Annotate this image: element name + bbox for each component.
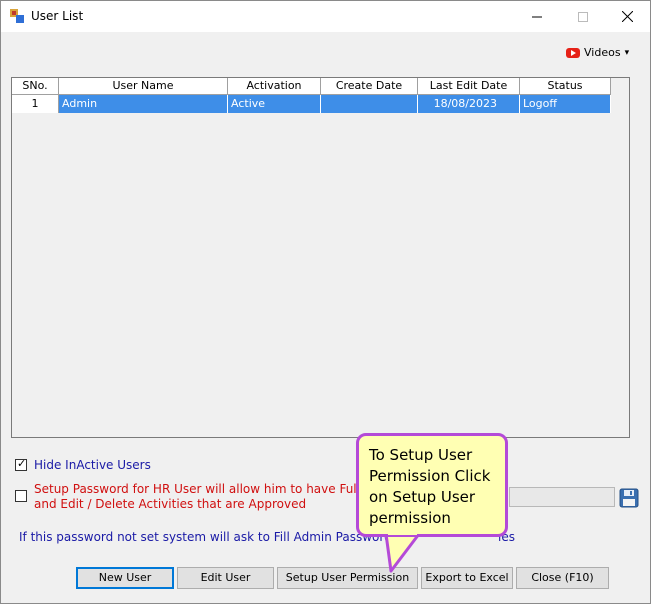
maximize-button[interactable] (560, 1, 606, 32)
minimize-button[interactable] (514, 1, 560, 32)
close-button[interactable]: Close (F10) (516, 567, 609, 589)
edit-user-button[interactable]: Edit User (177, 567, 274, 589)
videos-label: Videos (584, 46, 621, 59)
maximize-icon (578, 11, 588, 22)
close-icon (621, 11, 633, 22)
setup-user-permission-button[interactable]: Setup User Permission (277, 567, 418, 589)
window-title: User List (31, 9, 84, 23)
user-grid[interactable]: SNo. User Name Activation Create Date La… (11, 77, 630, 438)
youtube-icon (566, 47, 580, 58)
videos-dropdown[interactable]: Videos ▾ (566, 46, 629, 59)
save-icon[interactable] (619, 488, 639, 508)
title-bar: User List (1, 1, 650, 32)
hide-inactive-checkbox[interactable] (15, 457, 27, 471)
cell-user-name[interactable]: Admin (59, 95, 228, 113)
setup-password-line2: and Edit / Delete Activities that are Ap… (34, 497, 307, 511)
chevron-down-icon: ▾ (624, 47, 630, 58)
column-header-user-name[interactable]: User Name (59, 78, 228, 95)
column-header-last-edit-date[interactable]: Last Edit Date (418, 78, 520, 95)
export-to-excel-button[interactable]: Export to Excel (421, 567, 513, 589)
hide-inactive-label[interactable]: Hide InActive Users (34, 458, 151, 472)
minimize-icon (532, 16, 542, 17)
cell-status[interactable]: Logoff (520, 95, 611, 113)
cell-create-date[interactable] (321, 95, 418, 113)
setup-password-line1: Setup Password for HR User will allow hi… (34, 482, 393, 496)
new-user-button[interactable]: New User (76, 567, 174, 589)
user-list-window: User List Videos ▾ SNo. User Name Activa… (0, 0, 651, 604)
column-header-activation[interactable]: Activation (228, 78, 321, 95)
password-input[interactable] (509, 487, 615, 507)
info-text: If this password not set system will ask… (19, 530, 406, 544)
column-header-sno[interactable]: SNo. (12, 78, 59, 95)
cell-sno[interactable]: 1 (12, 95, 59, 113)
tooltip-callout: To Setup User Permission Click on Setup … (356, 433, 508, 537)
app-icon (10, 9, 24, 23)
close-window-button[interactable] (604, 1, 650, 32)
setup-password-checkbox[interactable] (15, 490, 27, 502)
cell-activation[interactable]: Active (228, 95, 321, 113)
cell-last-edit-date[interactable]: 18/08/2023 (418, 95, 520, 113)
column-header-status[interactable]: Status (520, 78, 611, 95)
column-header-create-date[interactable]: Create Date (321, 78, 418, 95)
